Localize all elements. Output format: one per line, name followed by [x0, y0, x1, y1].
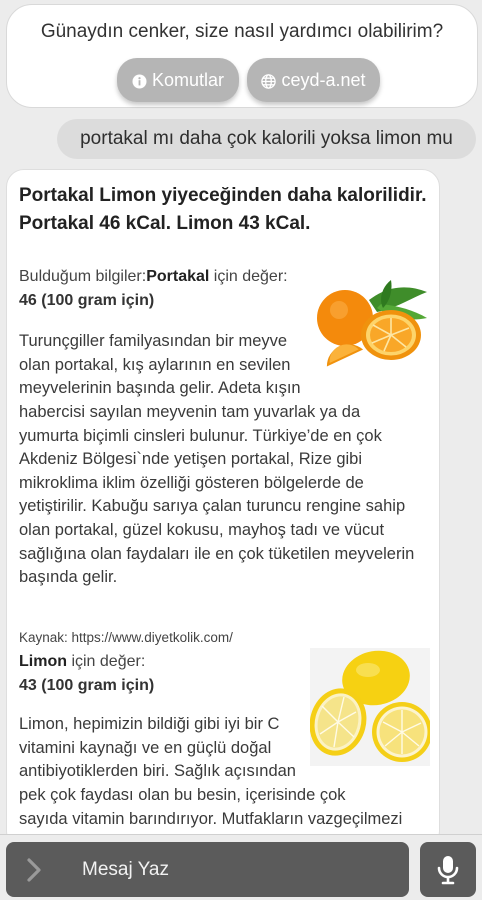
user-message-bubble: portakal mı daha çok kalorili yoksa limo… — [57, 119, 476, 159]
orange-line: sağlığına olan faydaları ile en çok tüke… — [19, 544, 415, 563]
orange-line: olan portakal, kış aylarının en sevilen — [19, 355, 291, 374]
website-label: ceyd-a.net — [281, 69, 366, 90]
answer-headline: Portakal Limon yiyeceğinden daha kaloril… — [19, 182, 429, 238]
orange-image — [317, 280, 427, 367]
orange-value: 46 (100 gram için) — [19, 292, 155, 309]
commands-button[interactable]: Komutlar — [117, 58, 239, 102]
lemon-value: 43 (100 gram için) — [19, 677, 155, 694]
lemon-line: antibiyotiklerden biri. Sağlık açısından — [19, 762, 296, 781]
orange-line: mikroklima iklim özelliği gösteren bölge… — [19, 473, 364, 492]
lemon-name: Limon — [19, 653, 67, 670]
microphone-icon — [437, 855, 459, 884]
orange-line: yetiştirilir. Kabuğu sarıya çalan turunc… — [19, 497, 406, 516]
lemon-info-line: Limon için değer: — [19, 653, 145, 671]
lemon-line: vitamini kaynağı ve en güçlü doğal — [19, 738, 272, 757]
orange-line: yumurta biçimli cinsleri bulunur. Türkiy… — [19, 426, 382, 445]
source-text: Kaynak: https://www.diyetkolik.com/ — [19, 630, 233, 645]
orange-name: Portakal — [146, 268, 210, 285]
lemon-line: Limon, hepimizin bildiği gibi iyi bir C — [19, 715, 280, 733]
microphone-button[interactable] — [420, 842, 476, 897]
answer-card: Portakal Limon yiyeceğinden daha kaloril… — [6, 169, 440, 849]
lemon-line: sayıda vitamin barındırıyor. Mutfakların… — [19, 809, 403, 828]
orange-line: meyvelerinin başında gelir. Adeta kışın — [19, 379, 301, 398]
message-bar: Mesaj Yaz — [0, 834, 482, 900]
message-placeholder: Mesaj Yaz — [82, 859, 169, 880]
message-input[interactable]: Mesaj Yaz — [6, 842, 409, 897]
lemon-description-narrow: Limon, hepimizin bildiği gibi iyi bir C … — [19, 713, 319, 784]
orange-line: başında gelir. — [19, 568, 118, 587]
user-message-text: portakal mı daha çok kalorili yoksa limo… — [80, 128, 453, 149]
chevron-right-icon[interactable] — [20, 854, 48, 886]
greeting-text: Günaydın cenker, size nasıl yardımcı ola… — [40, 21, 444, 42]
info-icon — [132, 73, 147, 88]
orange-line: Akdeniz Bölgesi`nde yetişen portakal, Ri… — [19, 450, 363, 469]
globe-icon — [261, 73, 277, 89]
commands-label: Komutlar — [151, 69, 225, 90]
orange-line: olan portakal, güzel kokusu, mayhoş tadı… — [19, 520, 385, 539]
lemon-line: pek çok faydası olan bu besin, içerisind… — [19, 786, 346, 804]
orange-info-line: Bulduğum bilgiler:Portakal için değer: — [19, 268, 288, 286]
orange-line: Turunçgiller familyasından bir meyve — [19, 332, 288, 350]
lemon-image — [310, 648, 430, 766]
headline-line-2: Portakal 46 kCal. Limon 43 kCal. — [19, 213, 311, 234]
info-prefix: Bulduğum bilgiler: — [19, 268, 147, 285]
orange-description-narrow: Turunçgiller familyasından bir meyve ola… — [19, 330, 319, 401]
headline-line-1: Portakal Limon yiyeceğinden daha kaloril… — [19, 185, 427, 206]
lemon-suffix: için değer: — [67, 653, 146, 670]
orange-suffix: için değer: — [209, 268, 288, 285]
orange-line: habercisi sayılan meyvenin tam yuvarlak … — [19, 403, 361, 421]
welcome-card: Günaydın cenker, size nasıl yardımcı ola… — [6, 4, 478, 108]
orange-description-wide: habercisi sayılan meyvenin tam yuvarlak … — [19, 401, 431, 590]
lemon-description-wide: pek çok faydası olan bu besin, içerisind… — [19, 784, 431, 831]
website-button[interactable]: ceyd-a.net — [247, 58, 380, 102]
